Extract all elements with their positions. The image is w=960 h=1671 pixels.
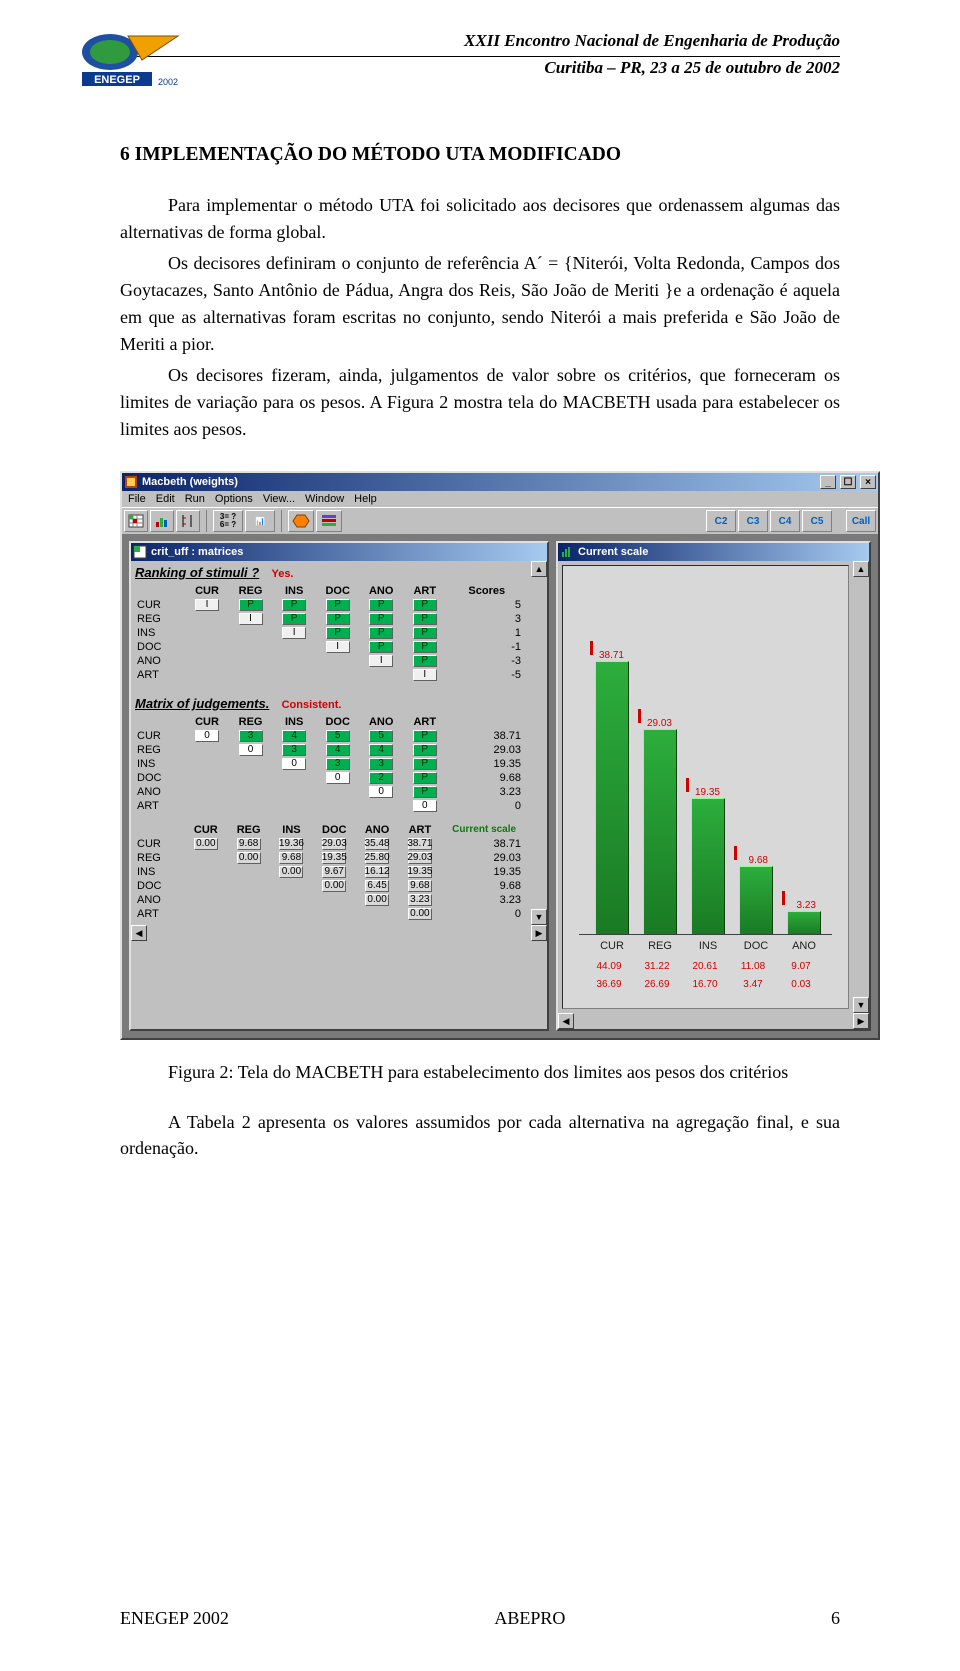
menu-window[interactable]: Window (305, 493, 344, 505)
dim-c4-button[interactable]: C4 (770, 510, 800, 532)
footer-left: ENEGEP 2002 (120, 1608, 229, 1629)
chart-bar: 3.23 (787, 911, 821, 934)
upper-bound-tick (782, 891, 785, 905)
scale-scroll-left-icon[interactable]: ◀ (558, 1013, 574, 1029)
matrices-scrollbar-h[interactable]: ◀ ▶ (131, 925, 547, 941)
scroll-left-icon[interactable]: ◀ (131, 925, 147, 941)
footer-center: ABEPRO (494, 1608, 565, 1629)
chart-bar: 19.35 (691, 798, 725, 934)
dim-call-button[interactable]: Call (846, 510, 876, 532)
matrices-window: crit_uff : matrices Ranking of stimuli ?… (129, 541, 549, 1031)
upper-bound-tick (734, 846, 737, 860)
chart-x-label: CUR (591, 940, 633, 952)
close-button[interactable]: × (860, 475, 876, 489)
chart-upper-values: 44.0931.2220.6111.089.07 (585, 961, 842, 972)
menu-file[interactable]: File (128, 493, 146, 505)
toolbar-categories-icon[interactable] (316, 510, 342, 532)
chart-bar: 38.71 (595, 661, 629, 934)
enegep-logo: ENEGEP 2002 (80, 30, 180, 90)
scroll-up-icon[interactable]: ▲ (531, 561, 547, 577)
matrices-title: crit_uff : matrices (151, 546, 545, 558)
dim-c3-button[interactable]: C3 (738, 510, 768, 532)
paragraph-3: Os decisores fizeram, ainda, julgamentos… (120, 362, 840, 443)
child-icon (133, 545, 147, 559)
scale-chart: 38.71 CUR 29.03 REG 19.35 INS 9.68 DOC 3.23 ANO 44… (562, 565, 849, 1009)
chart-bar: 9.68 (739, 866, 773, 934)
chart-bar-label: 3.23 (797, 900, 816, 911)
svg-text:ENEGEP: ENEGEP (94, 74, 140, 86)
scale-scroll-up-icon[interactable]: ▲ (853, 561, 869, 577)
chart-bar-label: 19.35 (695, 787, 720, 798)
page-header: ENEGEP 2002 XXII Encontro Nacional de En… (120, 30, 840, 108)
chart-x-label: ANO (783, 940, 825, 952)
child-icon-2 (560, 545, 574, 559)
scale-scroll-down-icon[interactable]: ▼ (853, 997, 869, 1013)
ranking-answer: Yes. (271, 568, 293, 580)
chart-bar: 29.03 (643, 729, 677, 934)
toolbar-hints-icon[interactable]: 📊 (245, 510, 275, 532)
app-icon (124, 475, 138, 489)
footer-right: 6 (831, 1608, 840, 1629)
scale-titlebar[interactable]: Current scale (558, 543, 869, 561)
upper-bound-tick (686, 778, 689, 792)
dim-c5-button[interactable]: C5 (802, 510, 832, 532)
scale-scrollbar-h[interactable]: ◀ ▶ (558, 1013, 869, 1029)
chart-bar-label: 9.68 (749, 855, 768, 866)
window-title: Macbeth (weights) (142, 476, 816, 488)
page-footer: ENEGEP 2002 ABEPRO 6 (120, 1608, 840, 1629)
header-line-2: Curitiba – PR, 23 a 25 de outubro de 200… (120, 57, 840, 79)
upper-bound-tick (638, 709, 641, 723)
macbeth-window: Macbeth (weights) _ ☐ × File Edit Run Op… (120, 471, 880, 1040)
paragraph-1: Para implementar o método UTA foi solici… (120, 192, 840, 246)
judgement-matrix: CUR REG INS DOC ANO ART CUR03455P38.71 R… (135, 715, 527, 813)
toolbar-hex-icon[interactable] (288, 510, 314, 532)
chart-axis (579, 934, 832, 935)
scale-scroll-right-icon[interactable]: ▶ (853, 1013, 869, 1029)
figure-caption: Figura 2: Tela do MACBETH para estabelec… (120, 1062, 840, 1083)
paragraph-2: Os decisores definiram o conjunto de ref… (120, 250, 840, 358)
menu-help[interactable]: Help (354, 493, 377, 505)
workspace: crit_uff : matrices Ranking of stimuli ?… (122, 534, 878, 1038)
scroll-down-icon[interactable]: ▼ (531, 909, 547, 925)
menu-edit[interactable]: Edit (156, 493, 175, 505)
chart-x-label: REG (639, 940, 681, 952)
dim-c2-button[interactable]: C2 (706, 510, 736, 532)
window-titlebar[interactable]: Macbeth (weights) _ ☐ × (122, 473, 878, 491)
matrix-label: Matrix of judgements. (135, 696, 269, 711)
menu-view[interactable]: View... (263, 493, 295, 505)
maximize-button[interactable]: ☐ (840, 475, 856, 489)
toolbar-scale-icon[interactable] (176, 510, 200, 532)
matrices-titlebar[interactable]: crit_uff : matrices (131, 543, 547, 561)
upper-bound-tick (590, 641, 593, 655)
menubar: File Edit Run Options View... Window Hel… (122, 491, 878, 507)
scale-scrollbar-v[interactable]: ▲ ▼ (853, 561, 869, 1013)
toolbar-chart-icon[interactable] (150, 510, 174, 532)
page: ENEGEP 2002 XXII Encontro Nacional de En… (0, 0, 960, 1671)
ranking-label: Ranking of stimuli ? (135, 565, 259, 580)
chart-lower-values: 36.6926.6916.703.470.03 (585, 979, 842, 990)
scale-title: Current scale (578, 546, 867, 558)
ranking-matrix: CUR REG INS DOC ANO ART Scores CURIPPPPP… (135, 584, 527, 682)
chart-bar-label: 38.71 (599, 650, 624, 661)
cumulative-matrix: CUR REG INS DOC ANO ART Current scale CU… (135, 823, 527, 921)
minimize-button[interactable]: _ (820, 475, 836, 489)
chart-bar-label: 29.03 (647, 718, 672, 729)
toolbar-cats-icon[interactable]: 3= ?6= ? (213, 510, 243, 532)
toolbar: 3= ?6= ? 📊 C2 C3 C4 C5 Call (122, 507, 878, 534)
paragraph-after-figure: A Tabela 2 apresenta os valores assumido… (120, 1109, 840, 1161)
scroll-right-icon[interactable]: ▶ (531, 925, 547, 941)
chart-x-label: INS (687, 940, 729, 952)
svg-text:2002: 2002 (158, 77, 178, 87)
menu-options[interactable]: Options (215, 493, 253, 505)
chart-x-label: DOC (735, 940, 777, 952)
toolbar-matrix-icon[interactable] (124, 510, 148, 532)
matrices-scrollbar-v[interactable]: ▲ ▼ (531, 561, 547, 925)
section-heading: 6 IMPLEMENTAÇÃO DO MÉTODO UTA MODIFICADO (120, 144, 840, 166)
menu-run[interactable]: Run (185, 493, 205, 505)
consistent-label: Consistent. (282, 699, 342, 711)
scale-window: Current scale 38.71 CUR 29.03 REG 19.35 INS 9.… (556, 541, 871, 1031)
header-line-1: XXII Encontro Nacional de Engenharia de … (120, 30, 840, 52)
